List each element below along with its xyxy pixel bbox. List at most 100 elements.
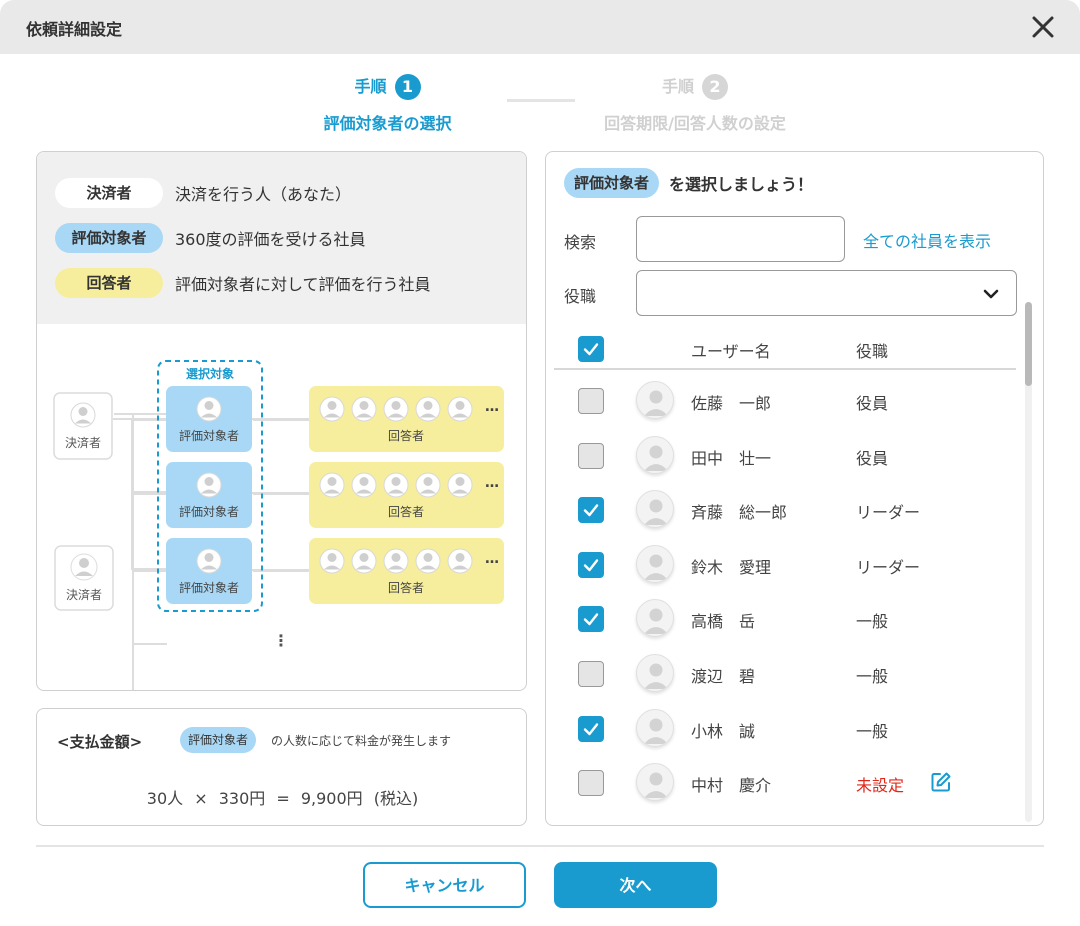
avatar — [636, 435, 674, 474]
table-header: ユーザー名 役職 — [554, 328, 1016, 370]
list-scrollbar[interactable] — [1025, 302, 1032, 822]
search-label: 検索 — [564, 233, 597, 252]
employee-name: 高橋 岳 — [691, 612, 756, 632]
continuation-dots: ⋮ — [273, 631, 289, 650]
employee-name: 斉藤 総一郎 — [691, 503, 788, 523]
table-row[interactable]: 高橋 岳 一般 — [554, 592, 1016, 646]
selection-header-tag: 評価対象者 — [564, 168, 660, 198]
employee-role: 一般 — [856, 612, 889, 632]
table-row[interactable]: 中村 慶介 未設定 — [554, 756, 1016, 810]
employee-role: リーダー — [856, 557, 921, 577]
chevron-down-icon — [983, 289, 999, 299]
table-row[interactable]: 小林 誠 一般 — [554, 702, 1016, 756]
avatar — [636, 708, 674, 747]
row-checkbox[interactable] — [578, 770, 604, 797]
respondent-node-label: 回答者 — [388, 580, 424, 595]
approver-node-label: 決済者 — [65, 435, 101, 450]
payment-calculation: 30人 × 330円 = 9,900円 (税込) — [146, 789, 419, 808]
avatar — [636, 381, 674, 419]
employee-role: リーダー — [856, 503, 921, 523]
avatar — [636, 654, 674, 692]
step-2-label: 手順 — [661, 77, 694, 96]
selection-header: 評価対象者 を選択しましょう！ — [564, 168, 813, 198]
respondent-node-2: … 回答者 — [309, 462, 504, 528]
check-icon — [583, 504, 599, 517]
row-checkbox[interactable] — [578, 551, 604, 578]
check-icon — [583, 559, 599, 571]
cancel-button[interactable]: キャンセル — [363, 862, 526, 908]
legend-approver: 決済者 決済を行う人（あなた） — [55, 178, 351, 208]
employee-list: 佐藤 一郎 役員 田中 壮一 役員 斉藤 総一郎 リーダー 鈴木 愛理 リーダー 高橋 岳一般渡… — [554, 374, 1016, 825]
table-row[interactable]: 佐藤 一郎 役員 — [554, 374, 1016, 428]
more-indicator: … — [485, 399, 499, 415]
diagram-nodes: 決済者 選択対象 評価対象者 評価対象者 評価対象者 … 回答者 … 回答者 …… — [53, 360, 504, 650]
row-checkbox[interactable] — [578, 497, 604, 524]
employee-name: 佐藤 一郎 — [691, 394, 772, 413]
employee-name: 田中 壮一 — [691, 448, 772, 468]
avatar — [636, 490, 674, 529]
next-button[interactable]: 次へ — [554, 862, 717, 908]
target-node-label: 評価対象者 — [179, 504, 239, 519]
approver-tag: 決済者 — [55, 178, 163, 208]
close-icon[interactable] — [1030, 14, 1056, 40]
row-checkbox[interactable] — [578, 606, 604, 633]
legend-respondent: 回答者 評価対象者に対して評価を行う社員 — [55, 268, 431, 298]
row-checkbox[interactable] — [578, 661, 604, 687]
avatar — [636, 763, 674, 802]
role-label: 役職 — [564, 287, 597, 306]
step-1: 手順 1 評価対象者の選択 — [300, 74, 475, 134]
step-2-number: 2 — [702, 74, 728, 100]
footer-divider — [36, 845, 1044, 847]
employee-name: 中村 慶介 — [691, 776, 772, 796]
employee-role: 未設定 — [856, 776, 905, 796]
employee-role: 一般 — [856, 721, 889, 741]
step-indicator: 手順 1 評価対象者の選択 手順 2 回答期限/回答人数の設定 — [0, 70, 1080, 140]
check-icon — [583, 722, 599, 735]
edit-icon[interactable] — [930, 771, 952, 793]
payment-panel: <支払金額> 評価対象者 の人数に応じて料金が発生します 30人 × 330円 … — [36, 708, 527, 826]
select-all-checkbox[interactable] — [578, 336, 604, 362]
more-indicator: … — [485, 475, 499, 491]
respondent-node-3: … 回答者 — [309, 538, 504, 604]
table-row[interactable]: 斉藤 総一郎 リーダー — [554, 483, 1016, 537]
dialog-title: 依頼詳細設定 — [26, 20, 123, 39]
payment-title: <支払金額> — [57, 733, 143, 751]
table-row[interactable]: 鈴木 愛理 リーダー — [554, 538, 1016, 592]
row-checkbox[interactable] — [578, 715, 604, 742]
employee-role: 役員 — [856, 394, 889, 413]
approver-node: 決済者 — [53, 392, 113, 460]
payment-target-tag: 評価対象者 — [180, 727, 257, 753]
respondent-description: 評価対象者に対して評価を行う社員 — [175, 275, 431, 294]
target-node-3: 評価対象者 — [166, 538, 252, 604]
table-row[interactable]: 田中 壮一 役員 — [554, 429, 1016, 483]
respondent-node-label: 回答者 — [388, 504, 424, 519]
step-1-title: 評価対象者の選択 — [323, 114, 452, 133]
check-icon — [583, 613, 599, 626]
row-checkbox[interactable] — [578, 388, 604, 414]
table-row[interactable]: 渡辺 碧 一般 — [554, 647, 1016, 701]
dialog-titlebar: 依頼詳細設定 — [0, 0, 1080, 54]
respondent-tag: 回答者 — [55, 268, 163, 298]
role-select[interactable] — [636, 270, 1017, 316]
more-indicator: … — [485, 551, 499, 567]
column-username: ユーザー名 — [691, 342, 771, 361]
show-all-employees-link[interactable]: 全ての社員を表示 — [863, 228, 991, 252]
legend-box: 決済者 決済を行う人（あなた） 評価対象者 360度の評価を受ける社員 回答者 … — [37, 152, 526, 324]
step-1-number: 1 — [394, 74, 421, 100]
employee-role: 役員 — [856, 448, 889, 468]
target-node-label: 評価対象者 — [179, 580, 239, 595]
check-icon — [583, 343, 599, 356]
step-connector — [507, 99, 575, 102]
search-input[interactable] — [636, 216, 845, 262]
target-node-label: 評価対象者 — [179, 428, 239, 443]
step-2-title: 回答期限/回答人数の設定 — [604, 114, 786, 133]
scrollbar-thumb[interactable] — [1025, 302, 1032, 386]
employee-name: 鈴木 愛理 — [691, 557, 772, 577]
target-description: 360度の評価を受ける社員 — [175, 230, 366, 249]
step-1-label: 手順 — [354, 77, 387, 96]
row-checkbox[interactable] — [578, 442, 604, 469]
employee-name: 渡辺 碧 — [691, 667, 756, 686]
legend-target: 評価対象者 360度の評価を受ける社員 — [55, 223, 366, 253]
column-role: 役職 — [856, 342, 889, 361]
target-node-1: 評価対象者 — [166, 386, 252, 452]
